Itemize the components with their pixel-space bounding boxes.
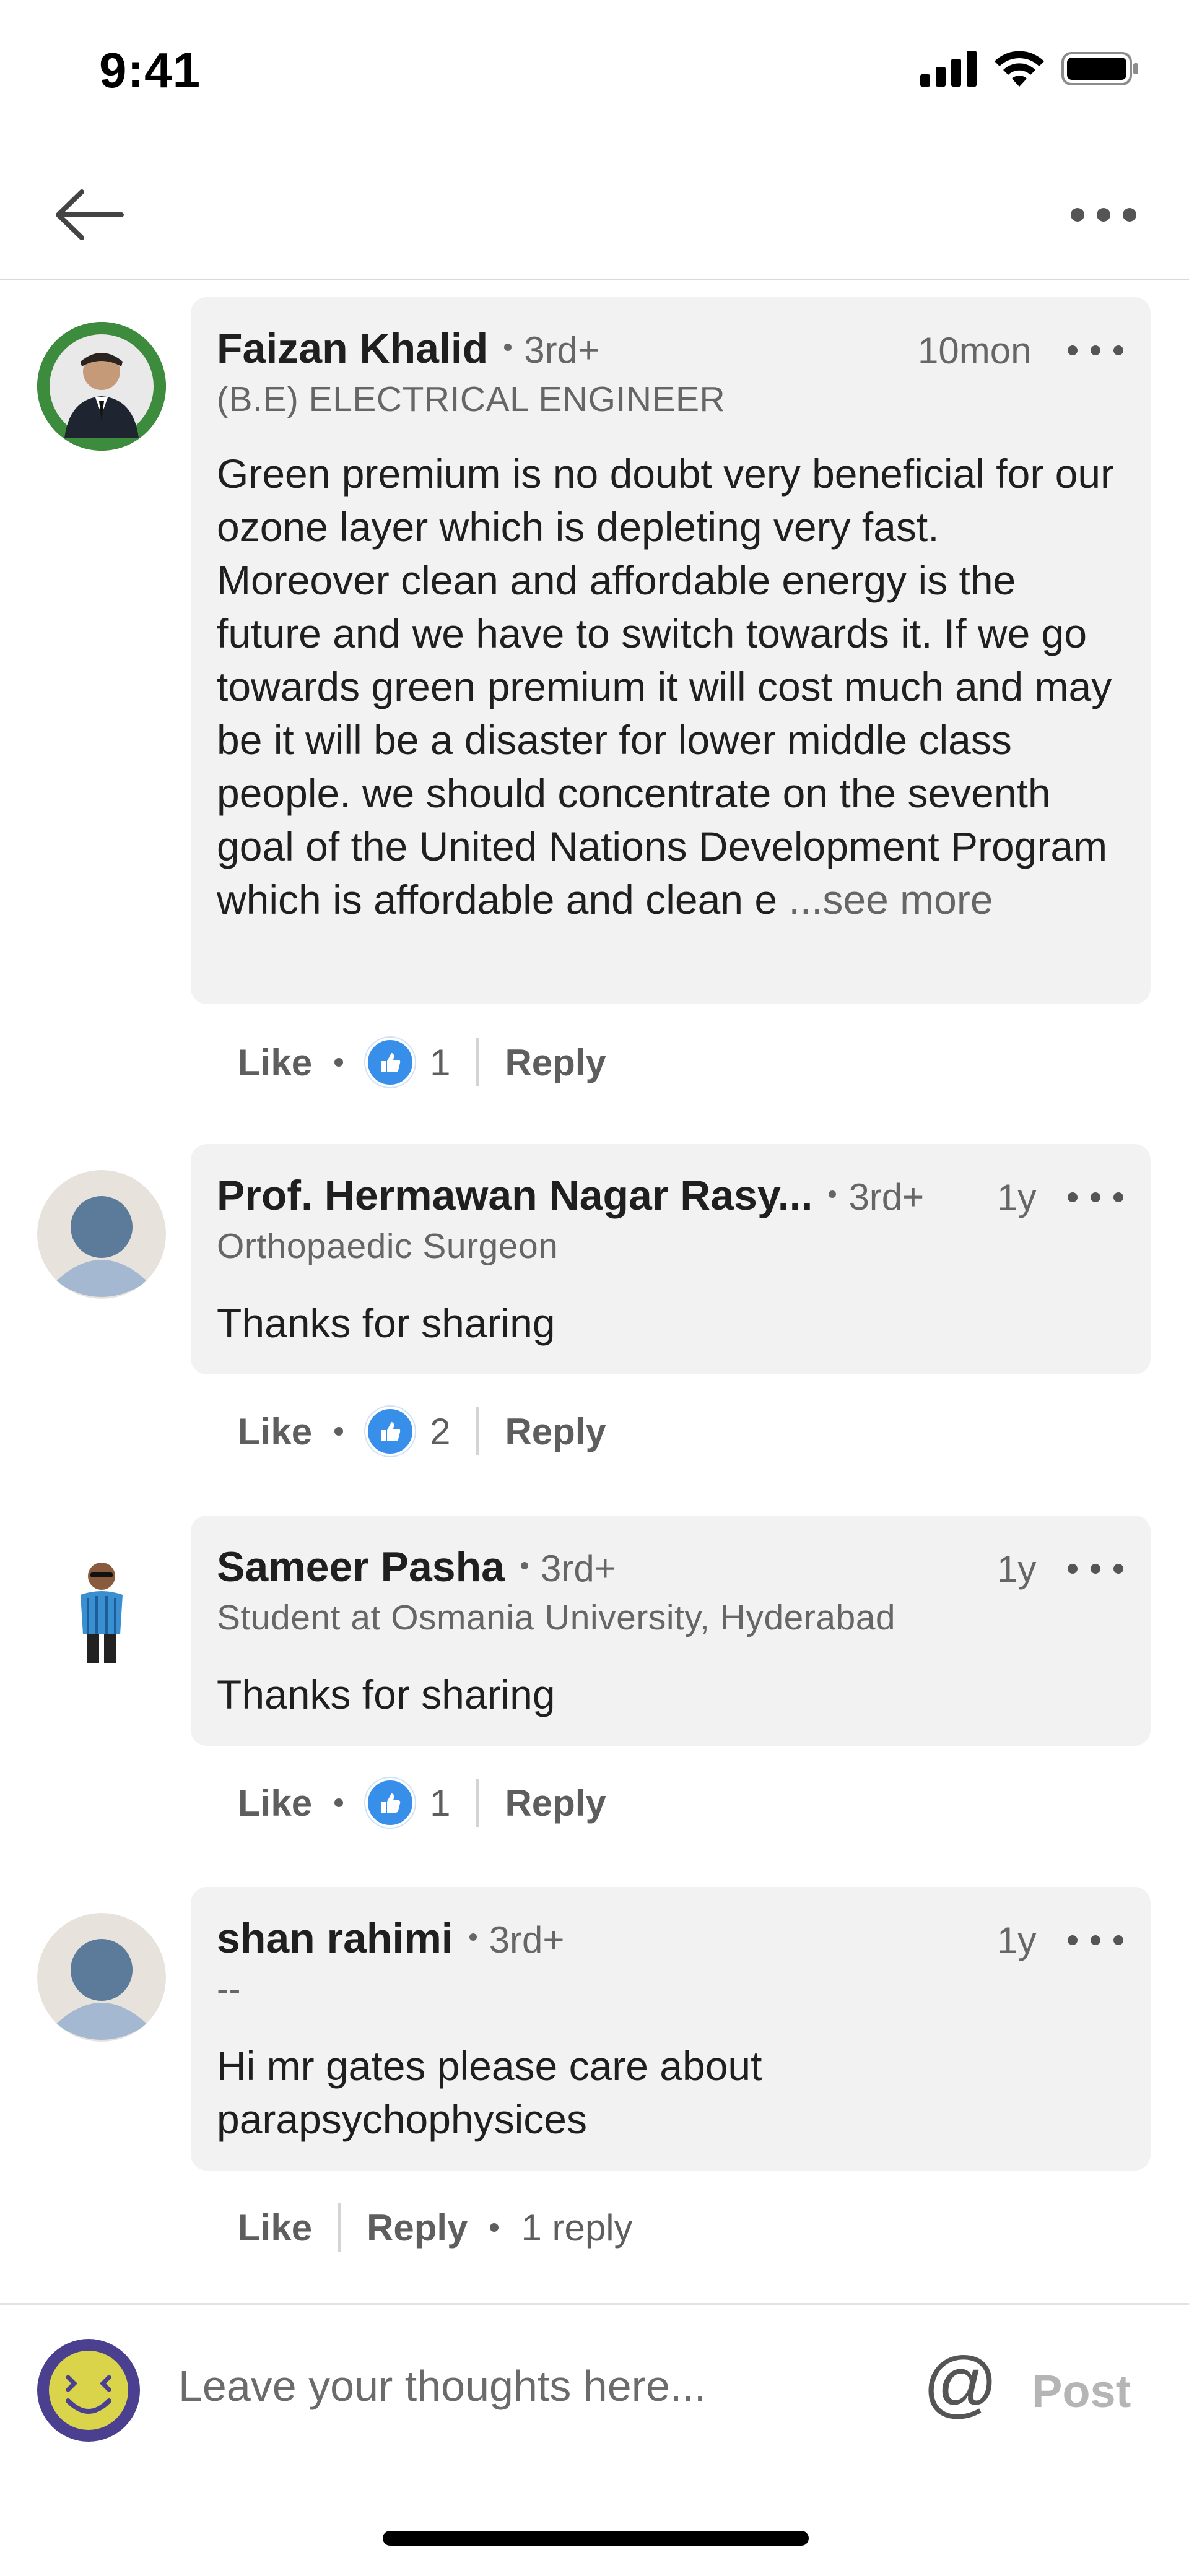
comment-text: Hi mr gates please care about parapsycho… xyxy=(217,2043,762,2142)
thumbs-up-icon xyxy=(381,1053,401,1072)
connection-degree: 3rd+ xyxy=(489,1919,565,1961)
comment-more-button[interactable] xyxy=(1068,1179,1123,1216)
back-button[interactable] xyxy=(45,181,131,249)
comment-bubble: Prof. Hermawan Nagar Rasy... 3rd+ 1y Orth… xyxy=(191,1144,1151,1374)
profile-photo-icon xyxy=(37,1542,166,1670)
cellular-signal-icon xyxy=(920,51,977,87)
separator-dot xyxy=(520,1562,528,1570)
more-horizontal-icon xyxy=(1071,208,1136,222)
home-indicator xyxy=(383,2531,809,2546)
commenter-name-text[interactable]: Faizan Khalid xyxy=(217,325,488,372)
comment-bubble: Sameer Pasha 3rd+ 1y Student at Osmania U… xyxy=(191,1516,1151,1746)
reply-button[interactable]: Reply xyxy=(505,1410,606,1453)
commenter-headline: Orthopaedic Surgeon xyxy=(217,1226,559,1266)
avatar[interactable] xyxy=(37,1170,166,1299)
comment-time: 1y xyxy=(997,1177,1037,1218)
separator-dot xyxy=(504,344,512,352)
battery-icon xyxy=(1061,52,1138,85)
like-reaction-icon[interactable] xyxy=(365,1407,416,1456)
commenter-headline: (B.E) ELECTRICAL ENGINEER xyxy=(217,379,726,419)
separator-dot xyxy=(334,1798,344,1807)
connection-degree: 3rd+ xyxy=(540,1548,616,1589)
comment-item: Faizan Khalid 3rd+ 10mon (B.E) ELECTRICAL… xyxy=(0,297,1189,1127)
commenter-name[interactable]: Faizan Khalid 3rd+ xyxy=(217,324,599,373)
divider xyxy=(476,1038,479,1086)
comment-more-button[interactable] xyxy=(1068,332,1123,369)
smiley-avatar-icon xyxy=(37,2339,140,2442)
divider xyxy=(338,2203,341,2252)
reply-count-link[interactable]: 1 reply xyxy=(521,2206,632,2249)
commenter-name-text[interactable]: Sameer Pasha xyxy=(217,1543,505,1590)
comment-actions: Like 2 Reply xyxy=(238,1394,606,1468)
comment-more-button[interactable] xyxy=(1068,1922,1123,1959)
commenter-headline: -- xyxy=(217,1969,241,2009)
comment-actions: Like 1 Reply xyxy=(238,1025,606,1099)
comment-time: 10mon xyxy=(918,330,1032,371)
like-button[interactable]: Like xyxy=(238,1782,312,1824)
separator-dot xyxy=(490,2223,499,2232)
comment-item: Prof. Hermawan Nagar Rasy... 3rd+ 1y Orth… xyxy=(0,1144,1189,1516)
like-reaction-icon[interactable] xyxy=(365,1778,416,1828)
comment-actions: Like Reply 1 reply xyxy=(238,2190,633,2265)
comment-bubble: Faizan Khalid 3rd+ 10mon (B.E) ELECTRICAL… xyxy=(191,297,1151,1004)
see-more-link[interactable]: ...see more xyxy=(788,877,993,922)
current-user-avatar[interactable] xyxy=(37,2339,140,2442)
commenter-name[interactable]: Prof. Hermawan Nagar Rasy... 3rd+ xyxy=(217,1171,924,1220)
reaction-count[interactable]: 1 xyxy=(430,1041,450,1084)
reply-button[interactable]: Reply xyxy=(367,2206,468,2249)
more-options-button[interactable] xyxy=(1060,181,1147,249)
mention-button[interactable]: @ xyxy=(923,2346,998,2421)
commenter-headline: Student at Osmania University, Hyderabad xyxy=(217,1598,896,1637)
like-button[interactable]: Like xyxy=(238,2206,312,2249)
reply-button[interactable]: Reply xyxy=(505,1782,606,1824)
separator-dot xyxy=(829,1190,837,1199)
comment-input[interactable]: Leave your thoughts here... xyxy=(178,2361,706,2411)
comment-time: 1y xyxy=(997,1920,1037,1961)
status-time: 9:41 xyxy=(99,43,201,98)
comment-text: Thanks for sharing xyxy=(217,1300,555,1346)
separator-dot xyxy=(334,1058,344,1067)
comment-item: shan rahimi 3rd+ 1y -- Hi mr gates please… xyxy=(0,1887,1189,2296)
connection-degree: 3rd+ xyxy=(848,1176,925,1218)
comment-more-button[interactable] xyxy=(1068,1550,1123,1587)
separator-dot xyxy=(334,1427,344,1436)
comment-bubble: shan rahimi 3rd+ 1y -- Hi mr gates please… xyxy=(191,1887,1151,2171)
divider xyxy=(476,1779,479,1827)
commenter-name[interactable]: Sameer Pasha 3rd+ xyxy=(217,1543,616,1591)
reply-button[interactable]: Reply xyxy=(505,1041,606,1084)
reaction-count[interactable]: 1 xyxy=(430,1782,450,1824)
connection-degree: 3rd+ xyxy=(524,329,600,371)
like-button[interactable]: Like xyxy=(238,1410,312,1453)
thumbs-up-icon xyxy=(381,1793,401,1813)
avatar[interactable] xyxy=(37,322,166,451)
profile-photo-icon xyxy=(37,322,166,451)
commenter-name-text[interactable]: shan rahimi xyxy=(217,1915,453,1962)
like-reaction-icon[interactable] xyxy=(365,1038,416,1087)
arrow-left-icon xyxy=(56,189,124,240)
thumbs-up-icon xyxy=(381,1422,401,1441)
avatar[interactable] xyxy=(37,1542,166,1670)
comment-item: Sameer Pasha 3rd+ 1y Student at Osmania U… xyxy=(0,1516,1189,1887)
comment-text: Thanks for sharing xyxy=(217,1672,555,1717)
commenter-name-text[interactable]: Prof. Hermawan Nagar Rasy... xyxy=(217,1172,812,1219)
top-nav-bar xyxy=(0,149,1189,280)
default-avatar-icon xyxy=(37,1170,166,1299)
like-button[interactable]: Like xyxy=(238,1041,312,1084)
status-icons xyxy=(920,51,1139,87)
divider xyxy=(476,1407,479,1455)
comment-time: 1y xyxy=(997,1548,1037,1590)
comment-text-body: Green premium is no doubt very beneficia… xyxy=(217,451,1115,922)
default-avatar-icon xyxy=(37,1913,166,2042)
status-bar: 9:41 xyxy=(0,0,1189,149)
comment-text: Green premium is no doubt very beneficia… xyxy=(217,447,1115,926)
avatar[interactable] xyxy=(37,1913,166,2042)
separator-dot xyxy=(469,1933,477,1941)
comment-actions: Like 1 Reply xyxy=(238,1766,606,1840)
wifi-icon xyxy=(995,51,1044,87)
post-button[interactable]: Post xyxy=(1032,2365,1131,2418)
reaction-count[interactable]: 2 xyxy=(430,1410,450,1453)
commenter-name[interactable]: shan rahimi 3rd+ xyxy=(217,1914,564,1962)
